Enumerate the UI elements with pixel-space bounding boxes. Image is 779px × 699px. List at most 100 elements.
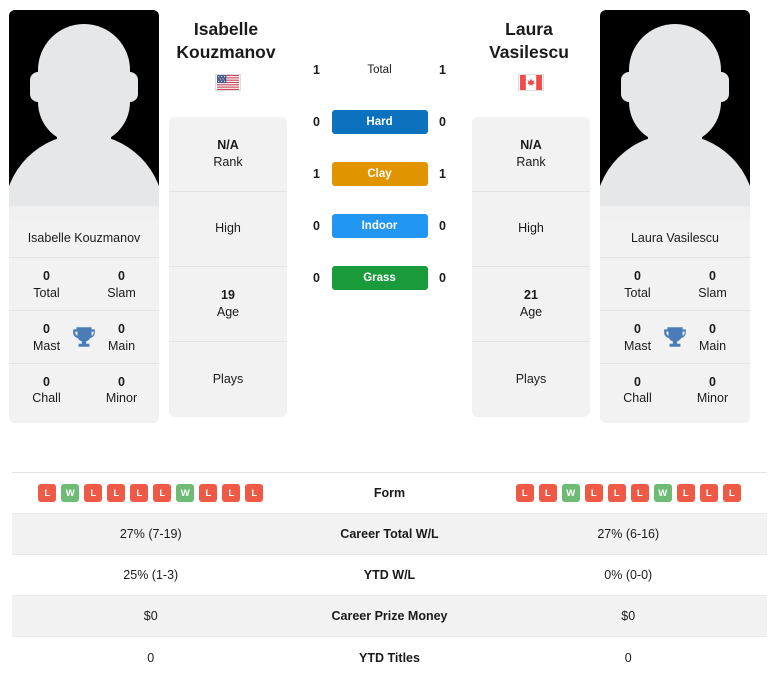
right-career-prize-money: $0 (621, 609, 636, 623)
trophy-icon (664, 326, 686, 347)
right-player-titles-grid: 0 Total 0 Slam 0 Mast 0 Main 0 Chall 0 M… (600, 258, 750, 424)
right-player-card[interactable]: Laura Vasilescu 0 Total 0 Slam 0 Mast 0 … (600, 10, 750, 424)
h2h-total-right-score: 1 (439, 63, 446, 77)
titles-row: 0 Mast 0 Main (9, 311, 159, 364)
titles-row: 0 Total 0 Slam (600, 258, 750, 311)
stat-label-career-total-wl: Career Total W/L (340, 527, 439, 541)
titles-slam-value: 0 (118, 269, 125, 283)
right-plays-label: Plays (515, 371, 547, 386)
titles-minor-value: 0 (118, 374, 125, 389)
left-plays-label: Plays (212, 371, 244, 386)
us-flag-icon (215, 74, 241, 92)
left-high-label: High (215, 221, 241, 236)
left-age-item: 19 Age (169, 267, 287, 343)
right-form-badge-1: L (538, 484, 557, 502)
stat-label-ytd-titles: YTD Titles (359, 650, 420, 665)
right-form-badge-9: L (722, 484, 741, 502)
titles-chall-value: 0 (634, 374, 641, 389)
titles-slam-cell: 0 Slam (96, 268, 148, 302)
h2h-row-total: 1 Total 1 (288, 58, 471, 82)
titles-minor-cell: 0 Minor (687, 374, 739, 408)
right-form-badge-6: W (653, 484, 672, 502)
stat-label-career-prize-money: Career Prize Money (331, 609, 448, 623)
titles-mast-cell: 0 Mast (21, 321, 73, 355)
table-row-ytd-titles: 0 YTD Titles 0 (12, 637, 767, 678)
left-career-prize-money: $0 (143, 609, 158, 623)
ca-flag-icon (518, 74, 544, 92)
comparison-header: Isabelle Kouzmanov 0 Total 0 Slam 0 Mast… (0, 0, 779, 472)
head-to-head-surface-column: 1 Total 1 0 Hard 0 1 Clay 1 0 Indoor 0 0 (288, 0, 471, 290)
titles-minor-value: 0 (709, 374, 716, 389)
right-form-badge-3: L (584, 484, 603, 502)
titles-slam-label: Slam (698, 285, 727, 300)
h2h-indoor-right-score: 0 (439, 219, 446, 233)
left-form-badge-6: W (176, 484, 195, 502)
h2h-grass-right-score: 0 (439, 271, 446, 285)
titles-row: 0 Total 0 Slam (9, 258, 159, 311)
left-form-badge-5: L (153, 484, 172, 502)
left-player-last-name: Kouzmanov (176, 42, 276, 63)
h2h-hard-left-score: 0 (313, 115, 320, 129)
titles-main-value: 0 (709, 321, 716, 336)
titles-total-cell: 0 Total (612, 268, 664, 302)
left-rank-value: N/A (217, 137, 239, 152)
titles-row: 0 Chall 0 Minor (9, 364, 159, 416)
right-career-total-wl: 27% (6-16) (597, 527, 660, 541)
left-form-badge-3: L (107, 484, 126, 502)
left-plays-item: Plays (169, 342, 287, 417)
trophy-icon (73, 326, 95, 347)
right-age-value: 21 (524, 287, 538, 302)
h2h-row-grass: 0 Grass 0 (288, 266, 471, 290)
table-row-career-prize-money: $0 Career Prize Money $0 (12, 596, 767, 637)
left-player-photo-name: Isabelle Kouzmanov (9, 220, 159, 258)
left-form-badge-2: L (84, 484, 103, 502)
right-ytd-wl: 0% (0-0) (604, 568, 653, 582)
right-player-photo-name: Laura Vasilescu (600, 220, 750, 258)
right-age-item: 21 Age (472, 267, 590, 343)
right-plays-item: Plays (472, 342, 590, 417)
left-age-value: 19 (221, 287, 235, 302)
h2h-hard-bar[interactable]: Hard (331, 110, 428, 134)
titles-mast-cell: 0 Mast (612, 321, 664, 355)
left-form-badge-4: L (130, 484, 149, 502)
left-form-badge-1: W (61, 484, 80, 502)
titles-main-label: Main (107, 338, 136, 353)
h2h-indoor-bar[interactable]: Indoor (331, 214, 428, 238)
right-player-info-card: N/A Rank High 21 Age Plays (472, 117, 590, 418)
left-player-titles-grid: 0 Total 0 Slam 0 Mast 0 Main 0 Chall 0 M… (9, 258, 159, 424)
titles-total-value: 0 (634, 269, 641, 283)
left-form-badge-8: L (222, 484, 241, 502)
left-player-card[interactable]: Isabelle Kouzmanov 0 Total 0 Slam 0 Mast… (9, 10, 159, 424)
h2h-clay-right-score: 1 (439, 167, 446, 181)
left-player-name[interactable]: Isabelle Kouzmanov (162, 18, 290, 64)
h2h-row-indoor: 0 Indoor 0 (288, 214, 471, 238)
h2h-grass-bar[interactable]: Grass (331, 266, 428, 290)
titles-main-value: 0 (118, 321, 125, 336)
left-form-badges: LWLLLLWLLL (12, 484, 290, 502)
titles-total-label: Total (624, 285, 651, 300)
right-form-badge-8: L (699, 484, 718, 502)
right-form-badge-7: L (676, 484, 695, 502)
stat-label-ytd-wl: YTD W/L (363, 568, 416, 582)
titles-chall-label: Chall (32, 391, 61, 406)
titles-minor-label: Minor (105, 391, 138, 406)
h2h-clay-bar[interactable]: Clay (331, 162, 428, 186)
right-form-badge-4: L (607, 484, 626, 502)
titles-main-label: Main (698, 338, 727, 353)
titles-main-cell: 0 Main (96, 321, 148, 355)
h2h-grass-left-score: 0 (313, 271, 320, 285)
table-row-career-total-wl: 27% (7-19) Career Total W/L 27% (6-16) (12, 514, 767, 555)
h2h-indoor-left-score: 0 (313, 219, 320, 233)
h2h-total-label: Total (367, 64, 392, 76)
left-form-badge-7: L (199, 484, 218, 502)
right-rank-item: N/A Rank (472, 117, 590, 193)
left-high-item: High (169, 192, 287, 268)
right-player-name[interactable]: Laura Vasilescu (465, 18, 593, 64)
left-player-info-column: Isabelle Kouzmanov N/A Rank High 19 Age … (168, 0, 288, 418)
titles-slam-cell: 0 Slam (687, 268, 739, 302)
right-form-badge-5: L (630, 484, 649, 502)
right-player-info-column: Laura Vasilescu N/A Rank High 21 Age Pla… (471, 0, 591, 418)
left-rank-item: N/A Rank (169, 117, 287, 193)
left-rank-label: Rank (213, 155, 243, 170)
table-row-form: LWLLLLWLLL Form LLWLLLWLLL (12, 473, 767, 514)
